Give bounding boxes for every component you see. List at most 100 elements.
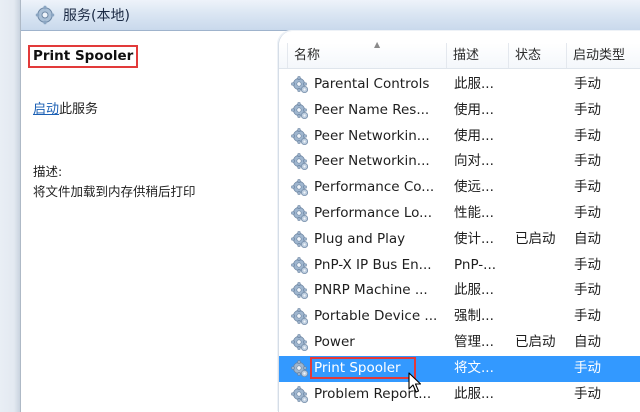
service-status-cell: [515, 149, 567, 175]
service-startup-cell: 手动: [574, 101, 601, 118]
services-window: 服务(本地) Print Spooler 启动此服务 描述: 将文件加载到内存供…: [0, 0, 640, 412]
service-name-cell: Power: [314, 333, 355, 350]
service-name-cell: Performance Co...: [314, 179, 435, 196]
service-row[interactable]: PnP-X IP Bus En... PnP-... 手动: [279, 253, 640, 279]
highlight-box: [310, 356, 416, 379]
service-row[interactable]: Peer Networkin... 向对... 手动: [279, 149, 640, 175]
column-header-status[interactable]: 状态: [509, 43, 567, 68]
service-name-cell: Performance Lo...: [314, 204, 433, 221]
service-status-cell: 已启动: [515, 333, 556, 350]
service-row[interactable]: Power 管理... 已启动 自动: [279, 330, 640, 356]
service-status-cell: [515, 278, 567, 304]
service-description-cell: 使用...: [454, 127, 494, 144]
service-status-cell: [515, 356, 567, 382]
services-list[interactable]: ▲ 名称 描述 状态 启动类型 Parental Controls 此服... 手动…: [278, 31, 640, 412]
gear-icon: [291, 231, 309, 249]
service-startup-cell: 手动: [574, 308, 601, 325]
services-rows: Parental Controls 此服... 手动 Peer Name Res...…: [279, 72, 640, 407]
service-startup-cell: 手动: [574, 282, 601, 299]
header-title: 服务(本地): [63, 8, 130, 24]
gear-icon: [291, 334, 309, 352]
service-row[interactable]: Performance Co... 使远... 手动: [279, 175, 640, 201]
gear-icon: [291, 282, 309, 300]
service-startup-cell: 手动: [574, 76, 601, 92]
service-startup-cell: 手动: [574, 153, 601, 170]
service-startup-cell: 手动: [574, 127, 601, 144]
service-description-cell: 此服...: [454, 76, 494, 92]
service-description-cell: 向对...: [454, 153, 494, 170]
service-row[interactable]: Plug and Play 使计... 已启动 自动: [279, 227, 640, 253]
service-description-cell: 使远...: [454, 179, 494, 196]
gear-icon: [291, 308, 309, 326]
service-startup-cell: 手动: [574, 204, 601, 221]
service-name-cell: Portable Device ...: [314, 308, 438, 325]
column-name-label: 名称: [294, 48, 321, 63]
window-frame-left: [0, 0, 21, 412]
gear-icon: [291, 127, 309, 146]
description-text: 将文件加载到内存供稍后打印: [33, 184, 196, 199]
gear-icon: [291, 360, 309, 378]
gear-icon: [291, 385, 309, 404]
gear-icon: [291, 256, 309, 275]
start-service-link[interactable]: 启动: [33, 102, 59, 117]
service-startup-cell: 自动: [574, 230, 601, 247]
service-name-cell: PNRP Machine ...: [314, 282, 428, 299]
service-startup-cell: 手动: [574, 179, 601, 196]
service-description-cell: 将文...: [454, 359, 494, 376]
service-name-cell: Problem Report...: [314, 385, 432, 402]
service-description-cell: 此服...: [454, 282, 494, 299]
service-status-cell: 已启动: [515, 230, 556, 247]
service-row[interactable]: Performance Lo... 性能... 手动: [279, 201, 640, 227]
service-row[interactable]: Parental Controls 此服... 手动: [279, 72, 640, 98]
mouse-cursor-icon: [408, 372, 422, 393]
service-description-cell: 使用...: [454, 101, 494, 118]
gear-icon: [35, 5, 55, 25]
service-startup-cell: 手动: [574, 359, 601, 376]
service-name-cell: Plug and Play: [314, 230, 406, 247]
gear-icon: [291, 153, 309, 171]
column-header-startup-type[interactable]: 启动类型: [567, 43, 640, 68]
service-description-cell: PnP-...: [454, 256, 497, 273]
service-description-cell: 此服...: [454, 385, 494, 402]
service-startup-cell: 手动: [574, 385, 601, 402]
service-row[interactable]: Portable Device ... 强制... 手动: [279, 304, 640, 330]
service-status-cell: [515, 98, 567, 124]
service-row[interactable]: Peer Networkin... 使用... 手动: [279, 124, 640, 150]
service-status-cell: [515, 124, 567, 150]
service-details-pane: Print Spooler 启动此服务 描述: 将文件加载到内存供稍后打印: [21, 31, 276, 412]
service-status-cell: [515, 72, 567, 98]
service-status-cell: [515, 382, 567, 408]
service-description-cell: 管理...: [454, 333, 494, 350]
service-description-cell: 强制...: [454, 308, 494, 325]
service-status-cell: [515, 175, 567, 201]
gear-icon: [291, 102, 309, 120]
service-status-cell: [515, 304, 567, 330]
service-row[interactable]: Problem Report... 此服... 手动: [279, 382, 640, 408]
column-header-row: ▲ 名称 描述 状态 启动类型: [279, 40, 640, 69]
service-status-cell: [515, 253, 567, 279]
description-label: 描述:: [33, 164, 63, 179]
services-header: 服务(本地): [21, 0, 640, 31]
start-service-line: 启动此服务: [33, 98, 98, 117]
gear-icon: [291, 179, 309, 197]
selected-service-name: Print Spooler: [28, 45, 139, 68]
service-startup-cell: 手动: [574, 256, 601, 273]
service-row[interactable]: Peer Name Res... 使用... 手动: [279, 98, 640, 124]
gear-icon: [291, 76, 309, 94]
column-header-name[interactable]: ▲ 名称: [287, 40, 447, 68]
service-name-cell: Parental Controls: [314, 76, 430, 92]
column-header-description[interactable]: 描述: [447, 43, 509, 68]
service-name-cell: Peer Networkin...: [314, 153, 430, 170]
service-name-cell: Peer Networkin...: [314, 127, 430, 144]
sort-ascending-icon: ▲: [374, 40, 381, 49]
service-startup-cell: 自动: [574, 333, 601, 350]
service-row[interactable]: PNRP Machine ... 此服... 手动: [279, 278, 640, 304]
service-status-cell: [515, 201, 567, 227]
gear-icon: [291, 205, 309, 223]
start-service-suffix: 此服务: [59, 102, 99, 117]
service-row[interactable]: Print Spooler 将文... 手动: [279, 355, 640, 382]
service-name-cell: PnP-X IP Bus En...: [314, 256, 432, 273]
service-description-cell: 性能...: [454, 204, 494, 221]
service-description-cell: 使计...: [454, 230, 494, 247]
service-name-cell: Peer Name Res...: [314, 101, 430, 118]
